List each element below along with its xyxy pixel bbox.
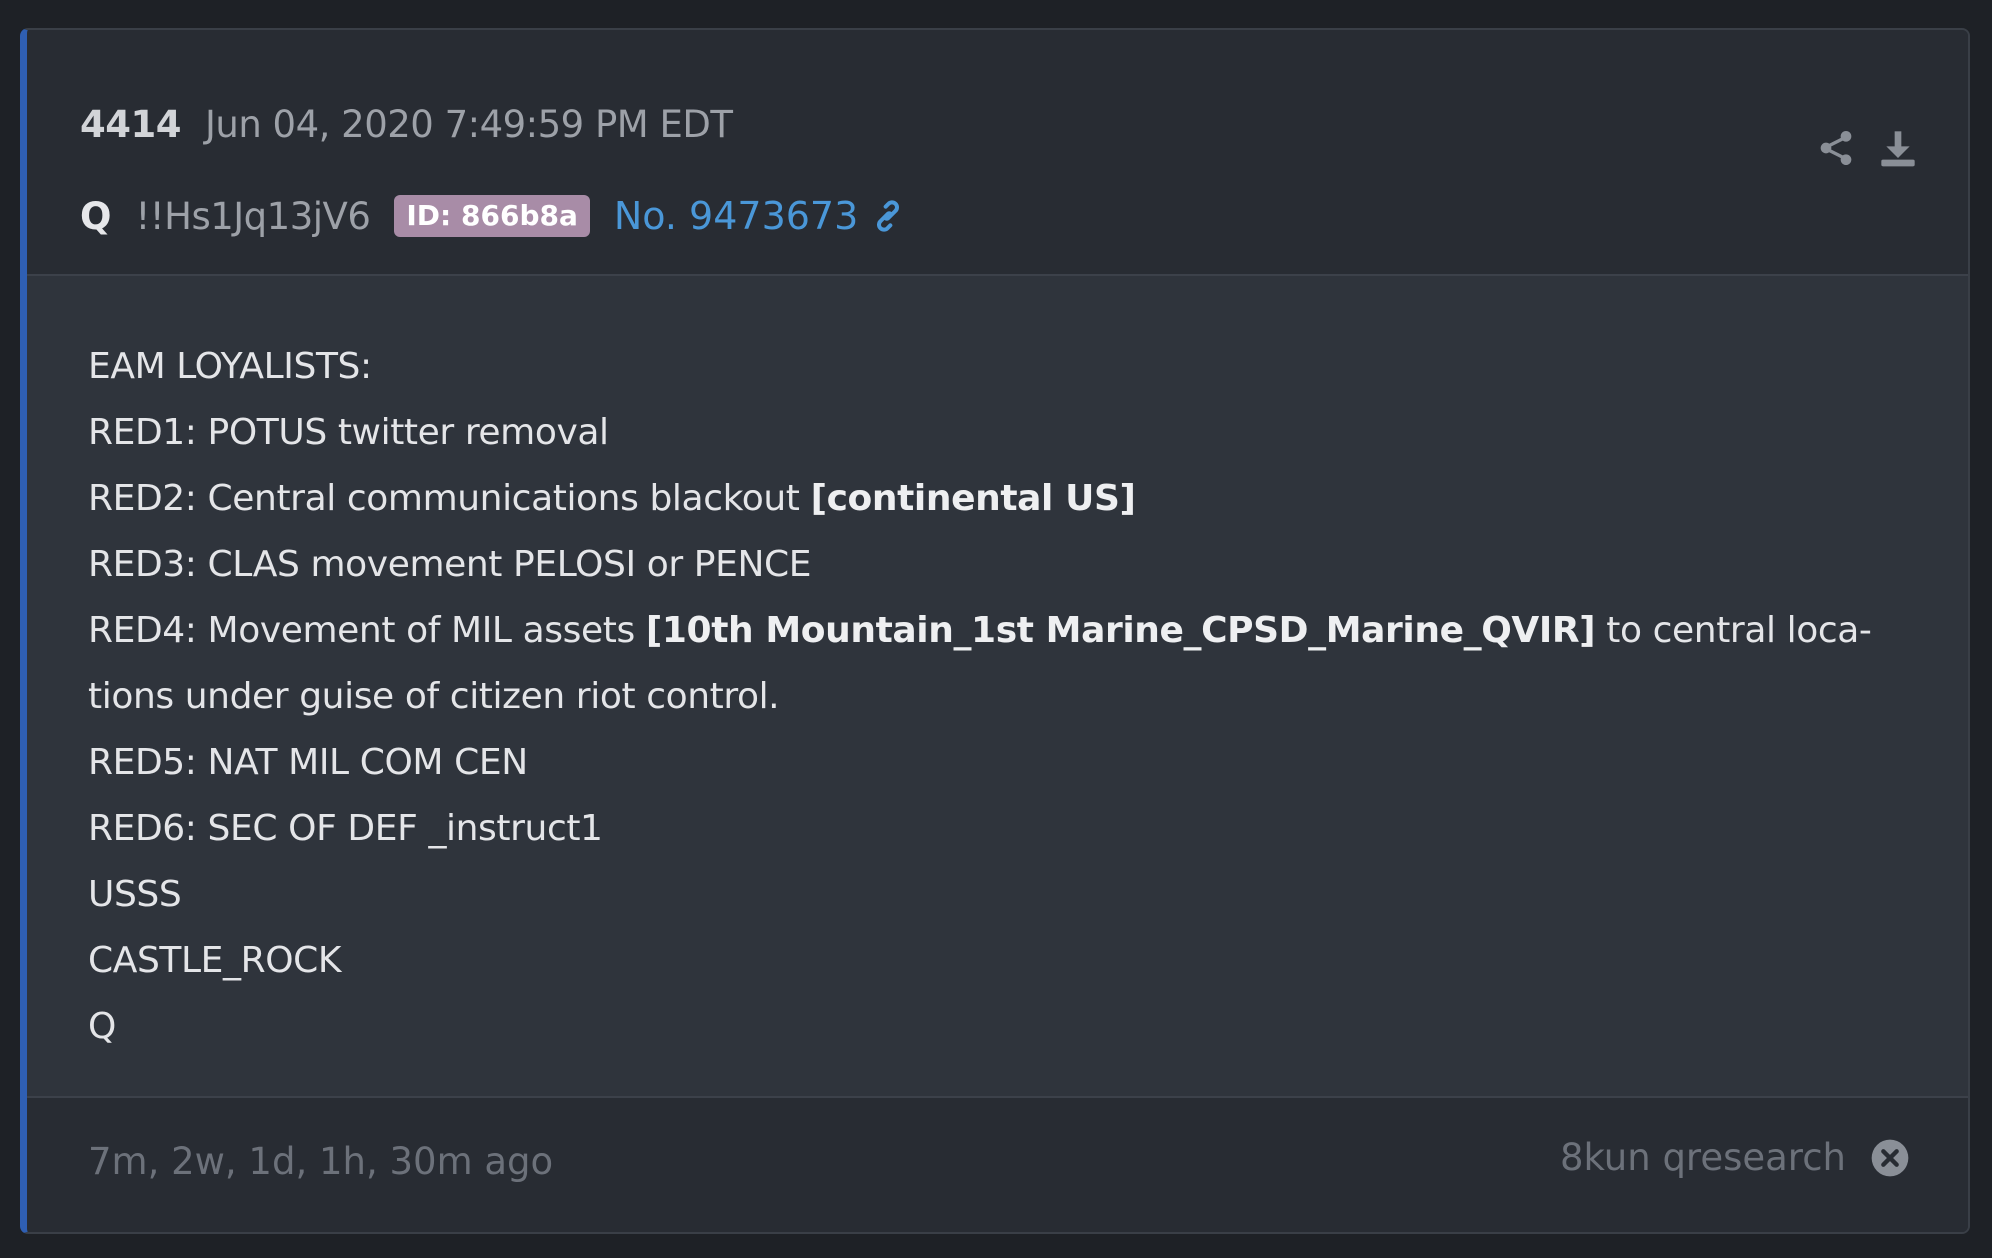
message-line: RED1: POTUS twitter removal: [88, 412, 609, 453]
post-meta-row: 4414 Jun 04, 2020 7:49:59 PM EDT: [80, 96, 733, 152]
time-ago: 7m, 2w, 1d, 1h, 30m ago: [88, 1140, 554, 1183]
post-date: Jun 04, 2020 7:49:59 PM EDT: [204, 102, 733, 146]
message-line: Q: [88, 1006, 116, 1047]
id-badge: ID: 866b8a: [394, 195, 590, 237]
message-line: USSS: [88, 874, 182, 915]
post-header: 4414 Jun 04, 2020 7:49:59 PM EDT Q !!Hs1…: [27, 30, 1968, 276]
message-line: RED4: Movement of MIL assets [10th Mount…: [88, 598, 1888, 664]
post-body: EAM LOYALISTS: RED1: POTUS twitter remov…: [27, 276, 1968, 1098]
message-text: RED2: Central communications blackout: [88, 478, 811, 519]
message-line: tions under guise of citizen riot contro…: [88, 676, 780, 717]
message-bold-text: [continental US]: [810, 478, 1136, 519]
message-text: RED4: Movement of MIL assets: [88, 610, 646, 651]
source-label[interactable]: 8kun qresearch: [1560, 1136, 1846, 1179]
message-text: to central loca-: [1595, 610, 1872, 651]
download-icon[interactable]: [1878, 126, 1918, 170]
link-icon: [877, 200, 900, 232]
message-bold-text: [10th Mountain_1st Marine_CPSD_Marine_QV…: [645, 610, 1596, 651]
source: 8kun qresearch: [1560, 1136, 1910, 1179]
message-line: RED2: Central communications blackout [c…: [88, 466, 1888, 532]
header-actions: [1794, 126, 1918, 170]
author-name: Q: [80, 194, 112, 238]
post-message: EAM LOYALISTS: RED1: POTUS twitter remov…: [88, 334, 1888, 1060]
post-number: 4414: [80, 102, 181, 146]
message-line: RED5: NAT MIL COM CEN: [88, 742, 528, 783]
message-line: RED6: SEC OF DEF _instruct1: [88, 808, 603, 849]
message-line: CASTLE_ROCK: [88, 940, 342, 981]
share-icon[interactable]: [1816, 126, 1856, 170]
post-card: 4414 Jun 04, 2020 7:49:59 PM EDT Q !!Hs1…: [20, 28, 1970, 1234]
post-link-label: No. 9473673: [613, 194, 859, 238]
post-author-row: Q !!Hs1Jq13jV6 ID: 866b8a No. 9473673: [80, 188, 908, 244]
post-number-link[interactable]: No. 9473673: [614, 194, 908, 238]
close-icon[interactable]: [1870, 1138, 1910, 1178]
post-footer: 7m, 2w, 1d, 1h, 30m ago 8kun qresearch: [27, 1098, 1968, 1232]
tripcode: !!Hs1Jq13jV6: [135, 194, 371, 238]
message-line: RED3: CLAS movement PELOSI or PENCE: [88, 544, 812, 585]
message-line: EAM LOYALISTS:: [88, 346, 372, 387]
